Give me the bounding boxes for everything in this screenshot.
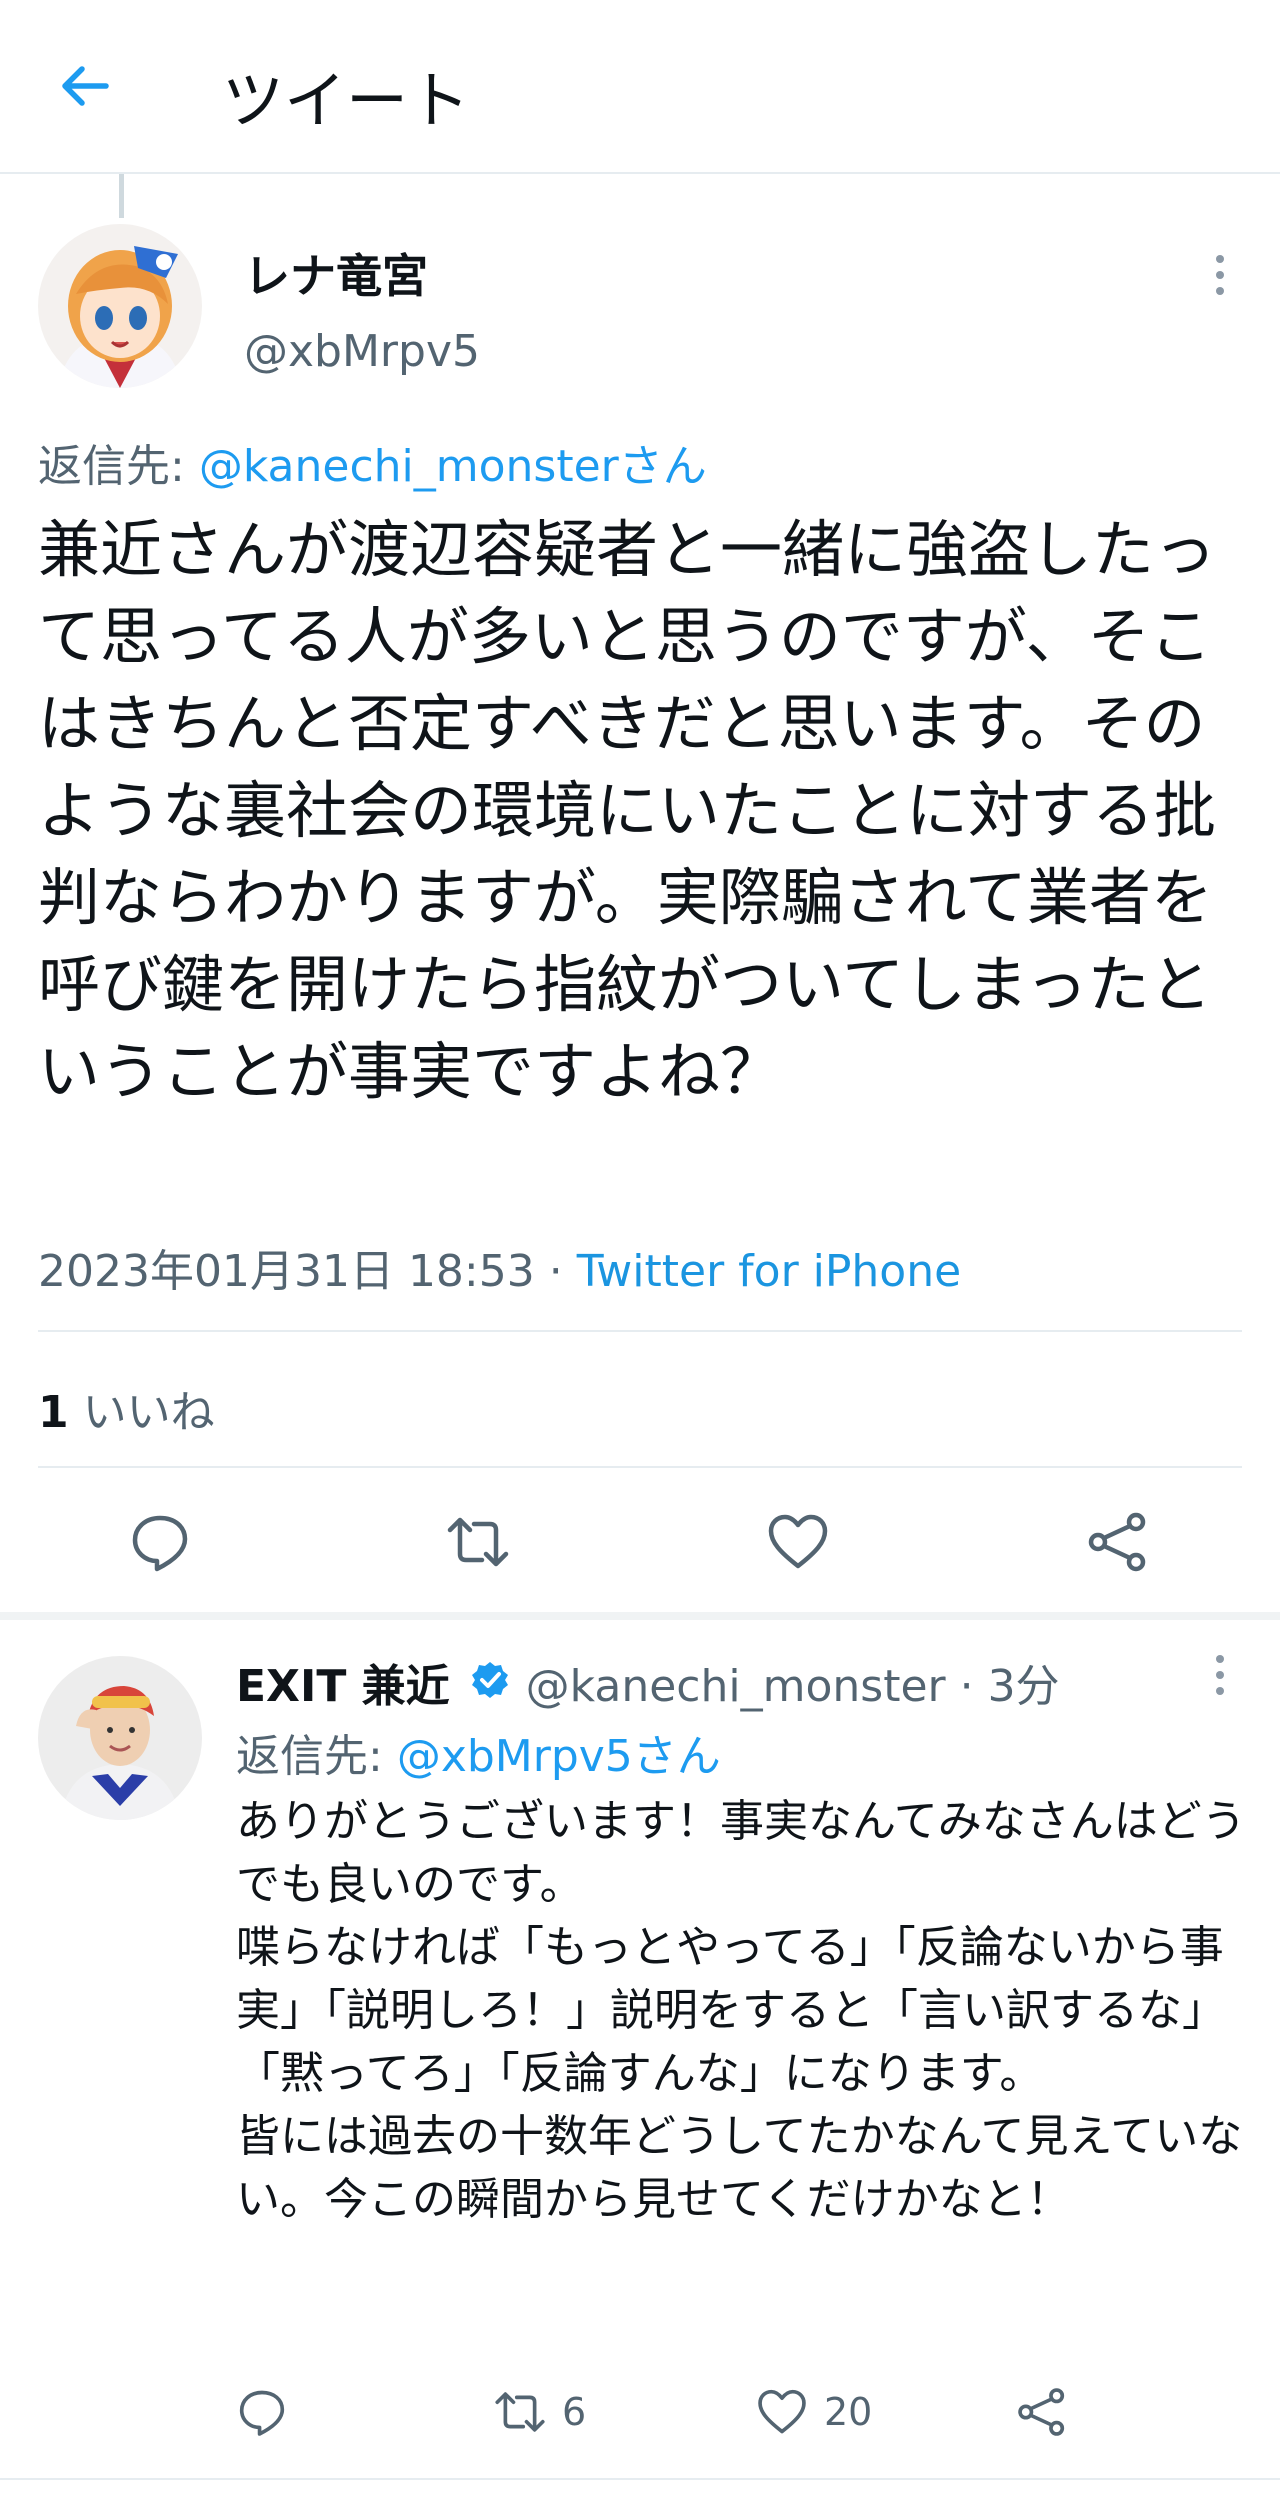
like-button[interactable]: 20 xyxy=(756,2386,872,2438)
likes-count: 1 xyxy=(38,1387,69,1438)
reply-button[interactable] xyxy=(236,2386,288,2438)
likes-label: いいね xyxy=(68,1387,215,1438)
divider xyxy=(38,1466,1242,1468)
verified-badge-icon xyxy=(470,1660,510,1711)
reply-target-link[interactable]: @kanechi_monsterさん xyxy=(199,441,707,492)
user-handle[interactable]: @xbMrpv5 xyxy=(244,326,480,377)
likes-summary[interactable]: 1 いいね xyxy=(38,1376,215,1440)
tweet-text: 兼近さんが渡辺容疑者と一緒に強盗したって思ってる人が多いと思うのですが、そこはき… xyxy=(38,513,1217,1108)
display-name[interactable]: EXIT 兼近 xyxy=(236,1661,450,1712)
tweet-meta: 2023年01月31日 18:53 · Twitter for iPhone xyxy=(38,1235,961,1299)
share-icon[interactable] xyxy=(1086,1510,1150,1574)
reply-prefix: 返信先: xyxy=(38,441,199,492)
source-link[interactable]: Twitter for iPhone xyxy=(577,1246,961,1297)
retweet-icon xyxy=(495,2392,545,2432)
reply-text: ありがとうございます！事実なんてみなさんはどうでも良いのです。 喋らなければ「も… xyxy=(236,1796,1246,2225)
share-button[interactable] xyxy=(1016,2386,1068,2438)
like-count: 20 xyxy=(824,2390,873,2434)
reply-prefix: 返信先: xyxy=(236,1731,397,1782)
divider xyxy=(0,2478,1280,2480)
share-icon xyxy=(1018,2388,1065,2436)
handle-and-time[interactable]: @kanechi_monster · 3分 xyxy=(512,1661,1060,1712)
thread-connector xyxy=(119,174,124,218)
more-options-icon[interactable] xyxy=(1200,250,1240,300)
page-title: ツイート xyxy=(222,64,471,137)
back-arrow-icon[interactable] xyxy=(56,56,116,116)
section-separator xyxy=(0,1612,1280,1620)
reply-icon xyxy=(239,2390,285,2436)
retweet-count: 6 xyxy=(562,2390,587,2434)
reply-target-link[interactable]: @xbMrpv5さん xyxy=(397,1731,721,1782)
avatar[interactable] xyxy=(38,224,202,388)
like-heart-icon[interactable] xyxy=(766,1510,830,1574)
reply-icon[interactable] xyxy=(128,1510,192,1574)
retweet-icon[interactable] xyxy=(446,1510,510,1574)
reply-header: EXIT 兼近 @kanechi_monster · 3分 xyxy=(236,1650,1060,1715)
more-options-icon[interactable] xyxy=(1200,1650,1240,1700)
divider xyxy=(38,1330,1242,1332)
reply-context: 返信先: @kanechi_monsterさん xyxy=(38,430,707,494)
retweet-button[interactable]: 6 xyxy=(494,2386,586,2438)
avatar[interactable] xyxy=(38,1656,202,1820)
like-heart-icon xyxy=(758,2389,806,2434)
timestamp[interactable]: 2023年01月31日 18:53 · xyxy=(38,1246,577,1297)
top-bar: ツイート xyxy=(0,0,1280,174)
display-name[interactable]: レナ竜宮 xyxy=(244,240,428,306)
reply-context: 返信先: @xbMrpv5さん xyxy=(236,1720,721,1784)
